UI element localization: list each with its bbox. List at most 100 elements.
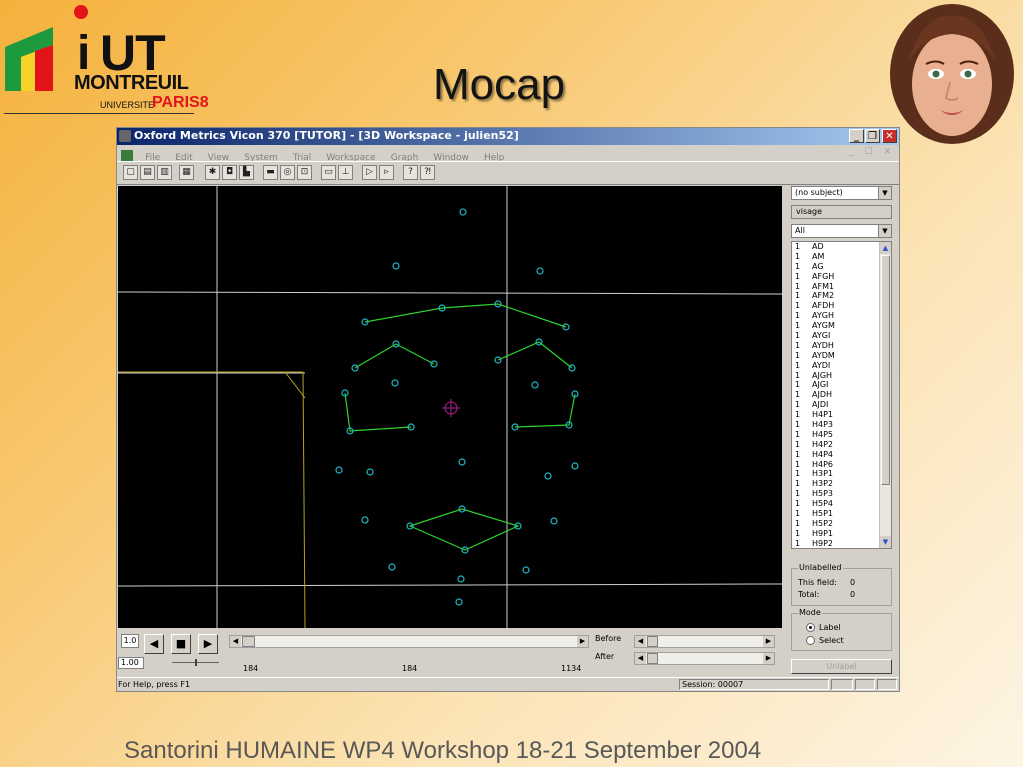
window-titlebar[interactable]: Oxford Metrics Vicon 370 [TUTOR] - [3D W… bbox=[117, 128, 899, 145]
mode-label-radio[interactable]: Label bbox=[806, 623, 841, 632]
radio-selected-icon[interactable] bbox=[806, 623, 815, 632]
marker-name: H4P5 bbox=[812, 429, 834, 439]
3d-workspace-viewport[interactable] bbox=[118, 186, 782, 628]
save-icon[interactable]: ▥ bbox=[157, 165, 172, 180]
mode-select-radio[interactable]: Select bbox=[806, 636, 844, 645]
person-icon[interactable]: ✱ bbox=[205, 165, 220, 180]
subject-name-field[interactable]: visage bbox=[791, 205, 892, 219]
list-item[interactable]: 1 H4P1 bbox=[792, 410, 891, 420]
close-button[interactable]: ✕ bbox=[882, 129, 897, 143]
list-item[interactable]: 1 AM bbox=[792, 252, 891, 262]
play-button[interactable]: ▶ bbox=[198, 634, 218, 654]
after-scrollbar[interactable]: ◀ ▶ bbox=[634, 652, 775, 665]
help-icon[interactable]: ? bbox=[403, 165, 418, 180]
speed-slider-thumb[interactable] bbox=[195, 659, 197, 666]
scroll-right-icon[interactable]: ▶ bbox=[577, 636, 588, 647]
list-item[interactable]: 1 AYGI bbox=[792, 331, 891, 341]
new-icon[interactable]: ▢ bbox=[123, 165, 138, 180]
reconstruct-icon[interactable]: ⊡ bbox=[297, 165, 312, 180]
context-help-icon[interactable]: ⁈ bbox=[420, 165, 435, 180]
marker-count: 1 bbox=[795, 321, 801, 331]
list-item[interactable]: 1 AYDI bbox=[792, 361, 891, 371]
list-item[interactable]: 1 H3P2 bbox=[792, 479, 891, 489]
origin-crosshair-icon bbox=[442, 399, 460, 417]
list-item[interactable]: 1 AJDI bbox=[792, 400, 891, 410]
subject-select[interactable]: (no subject) ▼ bbox=[791, 186, 892, 200]
marker-name: AYDH bbox=[812, 340, 834, 350]
list-item[interactable]: 1 H9P1 bbox=[792, 529, 891, 539]
stop-button[interactable]: ■ bbox=[171, 634, 191, 654]
scroll-down-icon[interactable]: ▼ bbox=[880, 536, 891, 548]
marker bbox=[457, 575, 465, 583]
list-item[interactable]: 1 H5P3 bbox=[792, 489, 891, 499]
list-item[interactable]: 1 H4P5 bbox=[792, 430, 891, 440]
list-item[interactable]: 1 H4P6 bbox=[792, 460, 891, 470]
list-item[interactable]: 1 H5P2 bbox=[792, 519, 891, 529]
scroll-left-icon[interactable]: ◀ bbox=[635, 653, 646, 664]
frame-scrollbar[interactable]: ◀ ▶ bbox=[229, 635, 589, 648]
graph-icon[interactable]: ▙ bbox=[239, 165, 254, 180]
scroll-left-icon[interactable]: ◀ bbox=[230, 636, 241, 647]
workspace-canvas[interactable] bbox=[118, 186, 782, 628]
after-scroll-thumb[interactable] bbox=[647, 653, 658, 664]
app-icon[interactable] bbox=[119, 130, 131, 142]
marker-count: 1 bbox=[795, 479, 801, 489]
scroll-up-icon[interactable]: ▲ bbox=[880, 242, 891, 254]
list-item[interactable]: 1 H4P3 bbox=[792, 420, 891, 430]
list-item[interactable]: 1 H4P2 bbox=[792, 440, 891, 450]
play-icon[interactable]: ▷ bbox=[362, 165, 377, 180]
list-item[interactable]: 1 AFM2 bbox=[792, 291, 891, 301]
frame-scroll-thumb[interactable] bbox=[242, 636, 255, 647]
list-item[interactable]: 1 AFM1 bbox=[792, 282, 891, 292]
list-item[interactable]: 1 AFGH bbox=[792, 272, 891, 282]
filter-select[interactable]: All ▼ bbox=[791, 224, 892, 238]
scroll-right-icon[interactable]: ▶ bbox=[763, 653, 774, 664]
before-scroll-thumb[interactable] bbox=[647, 636, 658, 647]
restore-button[interactable]: ❐ bbox=[865, 129, 880, 143]
vicon-window: Oxford Metrics Vicon 370 [TUTOR] - [3D W… bbox=[116, 127, 900, 692]
list-item[interactable]: 1 AFDH bbox=[792, 301, 891, 311]
list-item[interactable]: 1 H9P2 bbox=[792, 539, 891, 548]
list-item[interactable]: 1 AJDH bbox=[792, 390, 891, 400]
list-item[interactable]: 1 AG bbox=[792, 262, 891, 272]
mdi-controls[interactable]: _ ☐ ✕ bbox=[849, 147, 895, 157]
minimize-button[interactable]: _ bbox=[849, 129, 864, 143]
document-icon[interactable] bbox=[121, 150, 133, 161]
marker-count: 1 bbox=[795, 311, 801, 321]
before-scrollbar[interactable]: ◀ ▶ bbox=[634, 635, 775, 648]
list-item[interactable]: 1 AYDH bbox=[792, 341, 891, 351]
rewind-button[interactable]: ◀ bbox=[144, 634, 164, 654]
axis-icon[interactable]: ⊥ bbox=[338, 165, 353, 180]
list-item[interactable]: 1 H5P4 bbox=[792, 499, 891, 509]
cube-icon[interactable]: ◘ bbox=[222, 165, 237, 180]
speed-value-field[interactable]: 1.00 bbox=[118, 657, 144, 669]
print-icon[interactable]: ▦ bbox=[179, 165, 194, 180]
list-item[interactable]: 1 AD bbox=[792, 242, 891, 252]
list-item[interactable]: 1 H4P4 bbox=[792, 450, 891, 460]
scroll-right-icon[interactable]: ▶ bbox=[763, 636, 774, 647]
marker-list[interactable]: 1 AD 1 AM 1 AG 1 AFGH 1 AFM1 1 AFM2 1 AFDH 1 AYGH 1 AYGM 1… bbox=[791, 241, 892, 549]
list-scrollbar[interactable]: ▲ ▼ bbox=[879, 242, 891, 548]
speed-field[interactable]: 1.0 bbox=[121, 634, 139, 648]
list-item[interactable]: 1 AJGH bbox=[792, 371, 891, 381]
open-icon[interactable]: ▤ bbox=[140, 165, 155, 180]
camera-icon[interactable]: ▬ bbox=[263, 165, 278, 180]
list-item[interactable]: 1 AYGM bbox=[792, 321, 891, 331]
label-icon[interactable]: ▭ bbox=[321, 165, 336, 180]
status-pane bbox=[831, 679, 853, 690]
list-item[interactable]: 1 AJGI bbox=[792, 380, 891, 390]
scroll-left-icon[interactable]: ◀ bbox=[635, 636, 646, 647]
list-item[interactable]: 1 AYDM bbox=[792, 351, 891, 361]
disk-icon[interactable]: ◎ bbox=[280, 165, 295, 180]
chevron-down-icon[interactable]: ▼ bbox=[878, 187, 891, 199]
radio-unselected-icon[interactable] bbox=[806, 636, 815, 645]
chevron-down-icon[interactable]: ▼ bbox=[878, 225, 891, 237]
step-icon[interactable]: ▹ bbox=[379, 165, 394, 180]
unlabel-button[interactable]: Unlabel bbox=[791, 659, 892, 674]
list-item[interactable]: 1 H5P1 bbox=[792, 509, 891, 519]
mode-group-label: Mode bbox=[798, 608, 822, 617]
list-item[interactable]: 1 H3P1 bbox=[792, 469, 891, 479]
marker-name: AD bbox=[812, 242, 824, 251]
scroll-thumb[interactable] bbox=[881, 255, 890, 485]
list-item[interactable]: 1 AYGH bbox=[792, 311, 891, 321]
